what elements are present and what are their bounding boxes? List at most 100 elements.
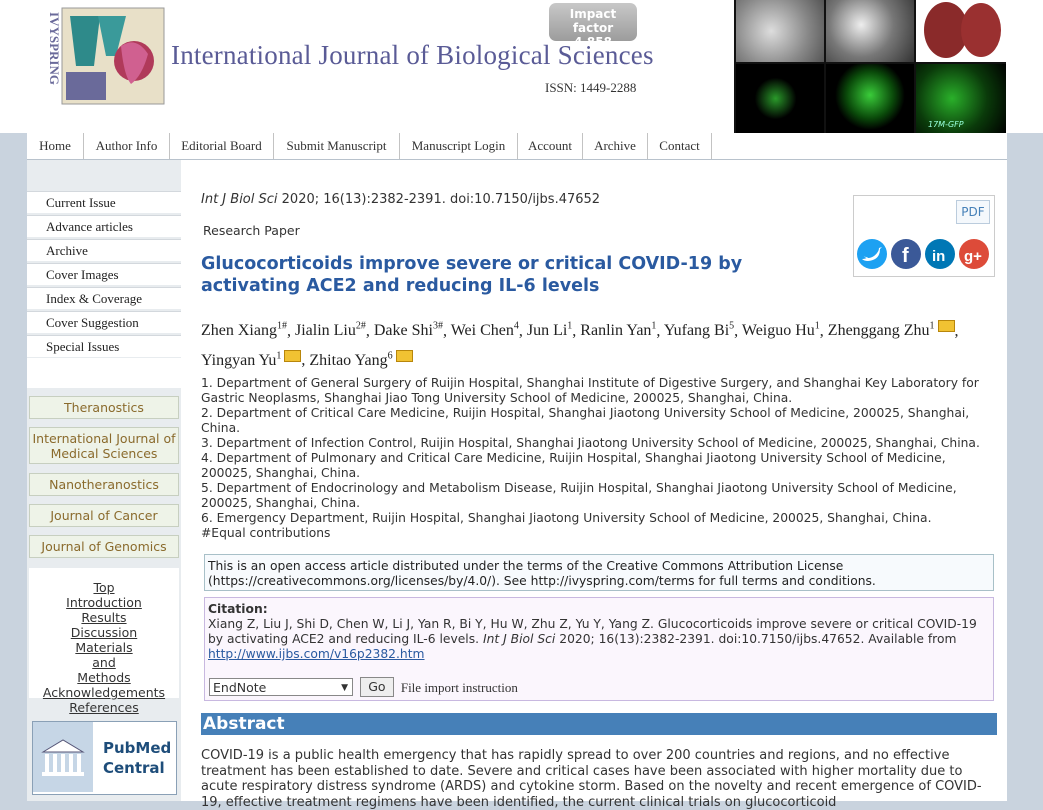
nav-archive[interactable]: Archive — [583, 133, 648, 159]
sidebar-index-coverage[interactable]: Index & Coverage — [27, 287, 181, 309]
abstract-heading: Abstract — [201, 713, 997, 735]
site-header: IVYSPRING International Journal of Biolo… — [0, 0, 1043, 133]
toc-top[interactable]: Top — [29, 580, 179, 595]
paper-type: Research Paper — [203, 223, 300, 238]
author-name: Yufang Bi5 — [663, 321, 735, 340]
journal-abbrev: Int J Biol Sci — [201, 192, 278, 207]
right-gutter — [1007, 133, 1043, 801]
author-name: Jialin Liu2# — [295, 321, 366, 339]
author-name: Weiguo Hu1 — [742, 321, 820, 339]
author-list: Zhen Xiang1#, Jialin Liu2#, Dake Shi3#, … — [201, 320, 959, 369]
citation-info: 2020; 16(13):2382-2391. doi:10.7150/ijbs… — [281, 192, 601, 207]
gfp-image — [826, 64, 914, 133]
author-text: Jun Li — [526, 322, 568, 340]
author-text: Zhenggang Zhu — [827, 322, 930, 340]
nav-editorial-board[interactable]: Editorial Board — [170, 133, 274, 159]
linkedin-glyph: in — [932, 248, 945, 265]
gfp-image — [736, 64, 824, 133]
author-text: Zhen Xiang — [201, 322, 277, 340]
left-sidebar: Current Issue Advance articles Archive C… — [27, 160, 181, 801]
author-text: Dake Shi — [373, 322, 433, 340]
author-name: Zhen Xiang1# — [201, 321, 287, 340]
license-notice: This is an open access article distribut… — [204, 554, 994, 591]
affiliation-item: 4. Department of Pulmonary and Critical … — [201, 451, 946, 480]
toc-discussion[interactable]: Discussion — [29, 625, 179, 640]
sidebar-advance-articles[interactable]: Advance articles — [27, 215, 181, 237]
journal-link-nanotheranostics[interactable]: Nanotheranostics — [29, 473, 179, 496]
facebook-glyph: f — [902, 245, 909, 267]
author-name: Yingyan Yu1 — [201, 349, 302, 369]
affiliation-item: 3. Department of Infection Control, Ruij… — [201, 436, 980, 450]
ivyspring-logo[interactable]: IVYSPRING — [36, 6, 166, 106]
email-icon[interactable] — [395, 349, 413, 362]
journal-link-genomics[interactable]: Journal of Genomics — [29, 535, 179, 558]
citation-body: Xiang Z, Liu J, Shi D, Chen W, Li J, Yan… — [208, 617, 990, 647]
author-name: Zhenggang Zhu1 — [827, 320, 955, 340]
author-text: Wei Chen — [450, 322, 514, 340]
toc-introduction[interactable]: Introduction — [29, 595, 179, 610]
nav-account[interactable]: Account — [518, 133, 583, 159]
sidebar-archive[interactable]: Archive — [27, 239, 181, 261]
twitter-icon[interactable] — [857, 239, 887, 269]
author-affiliation-sup: 5 — [729, 321, 735, 332]
affiliation-item: 2. Department of Critical Care Medicine,… — [201, 406, 970, 435]
nav-submit-manuscript[interactable]: Submit Manuscript — [274, 133, 400, 159]
micrograph-image — [826, 0, 914, 62]
toc-references[interactable]: References — [29, 700, 179, 715]
go-button[interactable]: Go — [359, 677, 394, 697]
impact-label: Impact factor — [569, 7, 617, 35]
journal-link-theranostics[interactable]: Theranostics — [29, 396, 179, 419]
sidebar-cover-images[interactable]: Cover Images — [27, 263, 181, 285]
citation-tail: 2020; 16(13):2382-2391. doi:10.7150/ijbs… — [559, 632, 957, 646]
author-name: Jun Li1 — [526, 321, 573, 340]
micrograph-image — [736, 0, 824, 62]
pubmed-label: PubMed — [103, 739, 172, 757]
nav-manuscript-login[interactable]: Manuscript Login — [400, 133, 518, 159]
author-name: Wei Chen4 — [450, 321, 519, 340]
export-controls: EndNote ▼ Go File import instruction — [209, 677, 518, 697]
share-box: PDF f in g+ — [853, 195, 995, 277]
embryo-image — [916, 0, 1006, 62]
file-import-instruction-link[interactable]: File import instruction — [401, 680, 518, 695]
equal-contributions-note: #Equal contributions — [201, 526, 331, 540]
author-affiliation-sup: 1 — [929, 321, 935, 332]
chevron-down-icon: ▼ — [341, 683, 348, 693]
banner-caption: 17M-GFP — [928, 120, 964, 129]
issn: ISSN: 1449-2288 — [545, 80, 637, 95]
journal-link-ijms[interactable]: International Journal of Medical Science… — [29, 427, 179, 464]
email-icon[interactable] — [937, 320, 955, 333]
export-format-select[interactable]: EndNote ▼ — [209, 678, 353, 696]
journal-link-cancer[interactable]: Journal of Cancer — [29, 504, 179, 527]
author-affiliation-sup: 1 — [276, 350, 282, 362]
nav-author-info[interactable]: Author Info — [84, 133, 170, 159]
affiliations: 1. Department of General Surgery of Ruij… — [201, 376, 991, 541]
pubmed-building-icon — [33, 722, 93, 792]
sidebar-cover-suggestion[interactable]: Cover Suggestion — [27, 311, 181, 333]
central-label: Central — [103, 759, 165, 777]
author-text: Yufang Bi — [663, 322, 730, 340]
nav-contact[interactable]: Contact — [648, 133, 712, 159]
author-name: Dake Shi3# — [373, 321, 443, 340]
affiliation-item: 1. Department of General Surgery of Ruij… — [201, 376, 979, 405]
article-title: Glucocorticoids improve severe or critic… — [201, 254, 743, 296]
sidebar-special-issues[interactable]: Special Issues — [27, 335, 181, 357]
author-text: Yingyan Yu — [201, 351, 277, 369]
pdf-button[interactable]: PDF — [956, 200, 990, 224]
sidebar-current-issue[interactable]: Current Issue — [27, 191, 181, 213]
citation-url-link[interactable]: http://www.ijbs.com/v16p2382.htm — [208, 647, 425, 661]
article-main: Int J Biol Sci 2020; 16(13):2382-2391. d… — [181, 160, 1007, 810]
table-of-contents: Top Introduction Results Discussion Mate… — [29, 568, 179, 715]
author-affiliation-sup: 1 — [567, 321, 573, 332]
toc-materials-methods[interactable]: Materials and Methods — [64, 640, 144, 685]
export-format-value: EndNote — [213, 680, 267, 695]
nav-home[interactable]: Home — [27, 133, 84, 159]
toc-results[interactable]: Results — [29, 610, 179, 625]
author-affiliation-sup: 4 — [513, 321, 519, 332]
affiliation-item: 6. Emergency Department, Ruijin Hospital… — [201, 511, 932, 525]
impact-value: 4.858 — [574, 35, 612, 49]
citation-box: Citation: Xiang Z, Liu J, Shi D, Chen W,… — [204, 597, 994, 701]
toc-acknowledgements[interactable]: Acknowledgements — [29, 685, 179, 700]
email-icon[interactable] — [284, 349, 302, 362]
author-affiliation-sup: 2# — [355, 321, 366, 332]
pubmed-central-logo[interactable]: PubMed Central — [32, 721, 177, 795]
